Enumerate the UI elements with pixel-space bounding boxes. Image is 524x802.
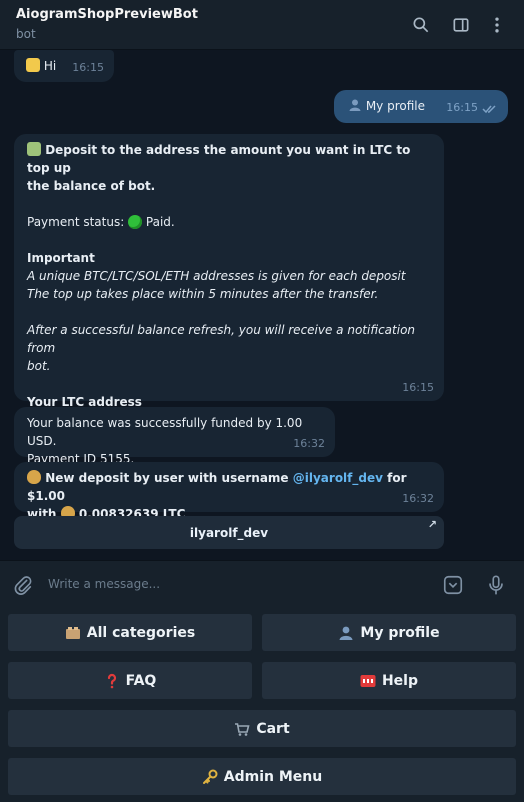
important-line-1: A unique BTC/LTC/SOL/ETH addresses is gi… [27,269,406,283]
message-input-bar: Write a message... [0,560,524,608]
keyboard-button-label: FAQ [125,672,157,689]
money-bill-icon [27,142,41,156]
message-time: 16:32 [293,437,325,450]
deposit-line-1: Deposit to the address the amount you wa… [27,143,411,175]
chat-subtitle: bot [16,27,36,41]
refresh-line-1: After a successful balance refresh, you … [27,323,416,355]
green-circle-icon [128,215,143,229]
keyboard-button-label: Cart [256,720,290,737]
balance-line-1: Your balance was successfully funded by … [27,416,303,448]
chat-header: AiogramShopPreviewBot bot [0,0,524,50]
message-new-deposit: New deposit by user with username @ilyar… [14,462,444,521]
message-deposit-instructions: Deposit to the address the amount you wa… [14,134,444,427]
message-balance-funded: Your balance was successfully funded by … [14,407,335,466]
money-bag-icon [27,470,41,484]
payment-status-label: Payment status: [27,215,125,229]
message-time: 16:32 [402,492,434,505]
keyboard-button-my-profile[interactable]: My profile [262,614,516,651]
reply-keyboard: All categories My profile FAQ Help Cart … [0,608,524,802]
keyboard-button-label: All categories [86,624,196,641]
new-deposit-text-block: New deposit by user with username @ilyar… [27,469,437,523]
message-list[interactable]: Hi 16:15 My profile 16:15 Deposit to the… [0,50,524,560]
waving-hand-icon [26,58,40,72]
inline-button-ilyarolf-dev[interactable]: ilyarolf_dev ↗ [14,516,444,549]
message-hi-label: Hi [43,59,57,73]
keyboard-button-faq[interactable]: FAQ [8,662,252,699]
payment-status: Payment status: Paid. [27,213,437,231]
refresh-line-2: bot. [27,359,51,373]
keyboard-button-label: Admin Menu [223,768,323,785]
sidebar-toggle-icon[interactable] [448,12,474,38]
important-line-2: The top up takes place within 5 minutes … [27,287,379,301]
keyboard-button-label: Help [381,672,419,689]
message-time: 16:15 [72,61,104,74]
message-time: 16:15 [402,381,434,394]
sos-icon [360,674,376,687]
bust-silhouette-icon [349,99,361,111]
key-icon [202,769,218,784]
username-link[interactable]: @ilyarolf_dev [293,471,383,485]
question-mark-icon [107,673,116,688]
bust-silhouette-icon [339,626,353,640]
shopping-cart-icon [235,722,250,736]
chat-title[interactable]: AiogramShopPreviewBot [16,7,198,22]
important-heading: Important [27,251,95,265]
microphone-icon[interactable] [484,573,508,597]
keyboard-button-cart[interactable]: Cart [8,710,516,747]
message-input[interactable]: Write a message... [48,577,160,591]
inline-button-label: ilyarolf_dev [189,525,269,540]
message-my-profile-text: My profile [348,97,425,115]
message-my-profile: My profile 16:15 [334,90,508,123]
new-deposit-prefix: New deposit by user with username [45,471,289,485]
message-time: 16:15 [446,101,478,114]
search-icon[interactable] [408,12,434,38]
balance-text-block: Your balance was successfully funded by … [27,414,335,468]
payment-status-value: Paid. [145,215,175,229]
deposit-line-2: the balance of bot. [27,179,156,193]
message-hi: Hi 16:15 [14,50,114,82]
card-index-dividers-icon [65,626,80,639]
attach-icon[interactable] [11,573,35,597]
keyboard-button-admin-menu[interactable]: Admin Menu [8,758,516,795]
deposit-text-block: Deposit to the address the amount you wa… [27,141,437,429]
keyboard-button-all-categories[interactable]: All categories [8,614,252,651]
double-check-icon [482,105,496,114]
more-menu-icon[interactable] [484,12,510,38]
keyboard-button-label: My profile [360,624,440,641]
keyboard-button-help[interactable]: Help [262,662,516,699]
message-hi-text: Hi [26,57,56,75]
external-link-icon: ↗ [427,518,437,531]
message-my-profile-label: My profile [365,99,426,113]
bot-keyboard-toggle-icon[interactable] [441,573,465,597]
